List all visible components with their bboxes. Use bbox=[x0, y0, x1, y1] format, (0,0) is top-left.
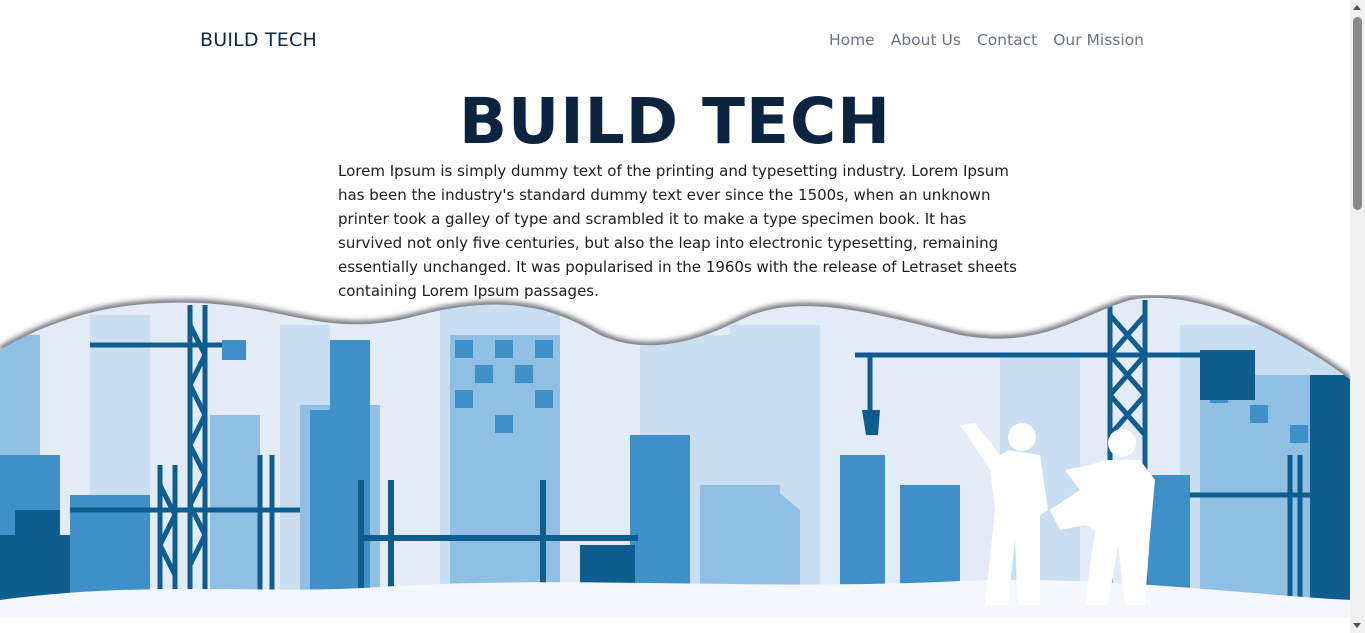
construction-skyline-illustration bbox=[0, 295, 1351, 618]
nav-link-about-us[interactable]: About Us bbox=[891, 31, 961, 49]
nav-link-our-mission[interactable]: Our Mission bbox=[1053, 31, 1144, 49]
scrollbar-thumb[interactable] bbox=[1353, 17, 1362, 210]
hero-description: Lorem Ipsum is simply dummy text of the … bbox=[338, 162, 1017, 300]
scroll-down-arrow-icon[interactable] bbox=[1353, 623, 1361, 628]
hero-title: BUILD TECH bbox=[459, 85, 891, 158]
nav-link-home[interactable]: Home bbox=[829, 31, 875, 49]
scroll-up-arrow-icon[interactable] bbox=[1353, 5, 1361, 10]
navbar: BUILD TECH Home About Us Contact Our Mis… bbox=[0, 0, 1350, 82]
nav-links: Home About Us Contact Our Mission bbox=[829, 31, 1144, 49]
nav-link-contact[interactable]: Contact bbox=[977, 31, 1037, 49]
brand-logo-link[interactable]: BUILD TECH bbox=[200, 29, 317, 51]
vertical-scrollbar[interactable] bbox=[1350, 0, 1365, 633]
